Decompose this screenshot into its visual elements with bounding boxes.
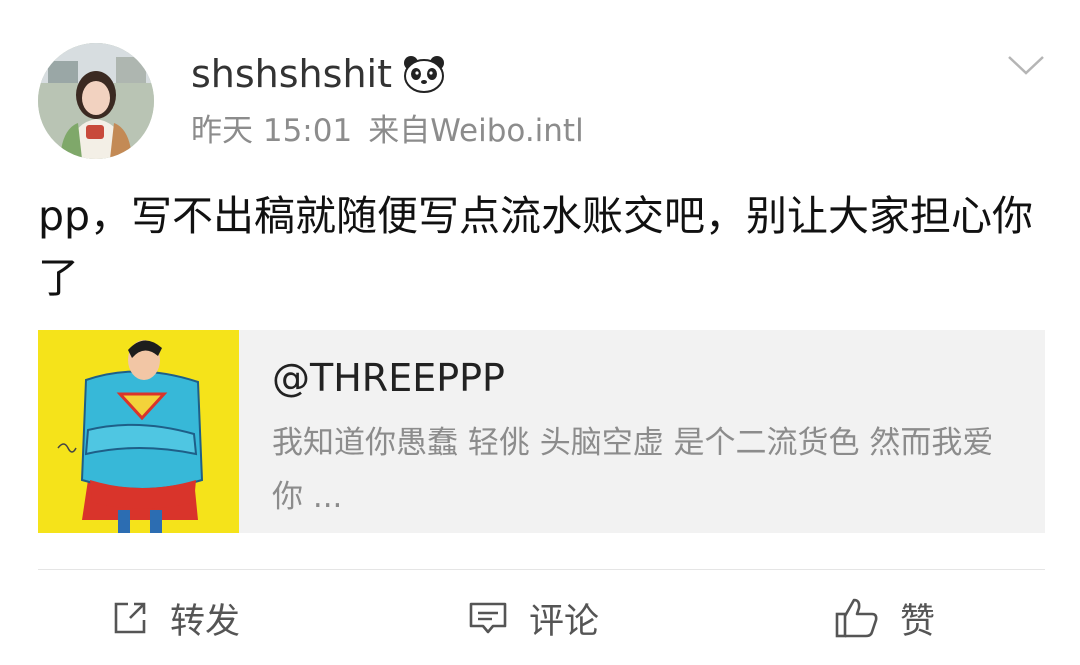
thumbs-up-icon	[835, 598, 878, 638]
comment-button[interactable]: 评论	[467, 593, 599, 643]
weibo-post: shshshshit 昨天 15:01 来自Weibo.intl pp，写不出稿就…	[0, 0, 1080, 665]
like-button[interactable]: 赞	[834, 593, 935, 643]
username[interactable]: shshshshit	[191, 50, 446, 98]
post-source: 来自Weibo.intl	[368, 113, 584, 149]
card-title[interactable]: @THREEPPP	[272, 354, 505, 402]
divider	[38, 569, 1045, 570]
repost-label: 转发	[170, 601, 241, 642]
chevron-down-icon[interactable]	[1006, 52, 1046, 78]
card-description: 我知道你愚蠢 轻佻 头脑空虚 是个二流货色 然而我爱你 ...	[272, 425, 994, 515]
card-thumbnail	[38, 330, 239, 533]
like-label: 赞	[900, 601, 936, 642]
comment-bubble-icon	[469, 602, 507, 634]
panda-icon	[402, 54, 446, 94]
post-time: 昨天 15:01	[191, 113, 353, 149]
username-text[interactable]: shshshshit	[191, 50, 392, 98]
post-meta: 昨天 15:01 来自Weibo.intl	[191, 110, 584, 152]
repost-button[interactable]: 转发	[110, 593, 240, 643]
linked-post-card[interactable]: @THREEPPP 我知道你愚蠢 轻佻 头脑空虚 是个二流货色 然而我爱你 ..…	[38, 330, 1045, 533]
comment-label: 评论	[529, 601, 600, 642]
share-arrow-icon	[114, 602, 146, 634]
user-avatar[interactable]	[38, 43, 154, 159]
post-text: pp，写不出稿就随便写点流水账交吧，别让大家担心你了	[38, 192, 1034, 302]
